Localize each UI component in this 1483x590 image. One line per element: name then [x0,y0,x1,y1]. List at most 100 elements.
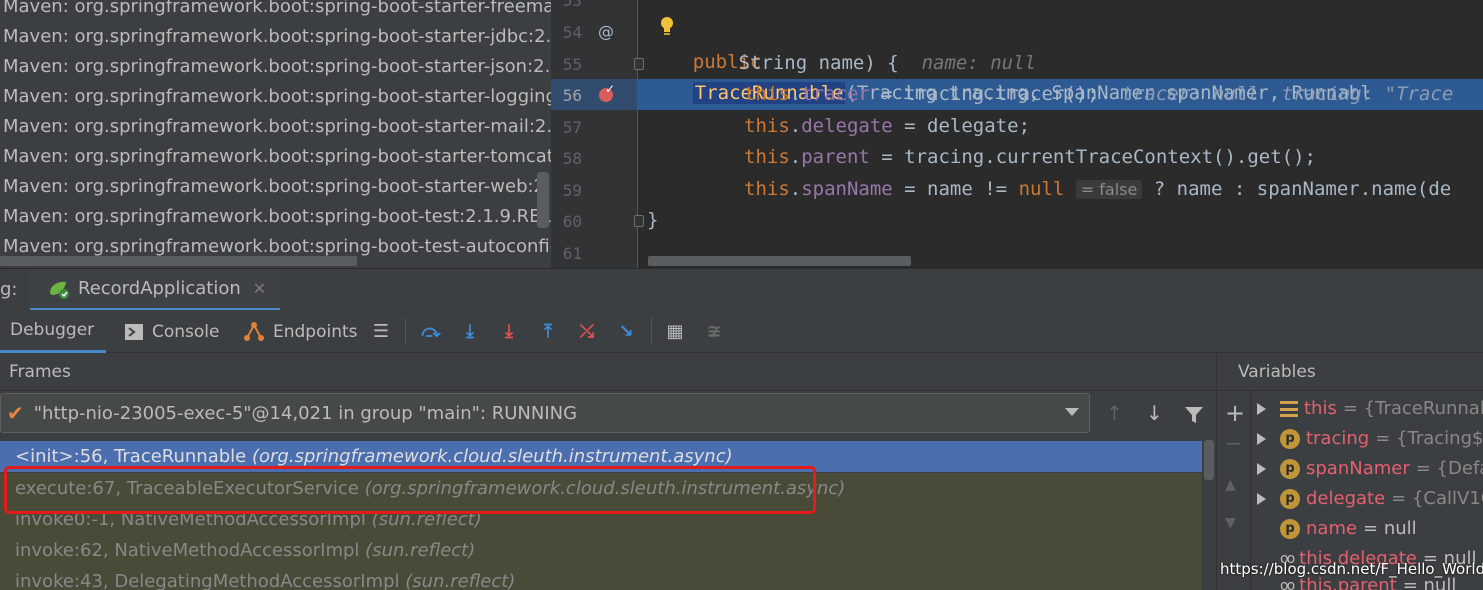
library-item[interactable]: Maven: org.springframework.boot:spring-b… [3,82,551,112]
move-up-icon[interactable]: ▲ [1225,477,1236,493]
variable-row[interactable]: this = {TraceRunnab [1257,394,1483,424]
frames-scrollbar[interactable] [1202,440,1216,590]
code-text: = tracing.tracer(); [869,83,1099,105]
close-icon[interactable]: ✕ [253,279,266,298]
frame-method: <init>:56, TraceRunnable [15,446,247,467]
inline-debug-value: name: null [921,52,1036,74]
scrollbar-thumb[interactable] [1204,440,1214,480]
expand-arrow-icon[interactable] [1257,463,1266,475]
frames-header: Frames [0,353,1216,391]
endpoints-icon [244,321,264,341]
object-fields-icon [1280,401,1298,417]
libraries-horizontal-scrollbar[interactable] [0,256,357,266]
code-line-59: this.spanName = name != null = false ? n… [744,178,1452,200]
frame-package: (sun.reflect) [365,540,476,561]
library-item[interactable]: Maven: org.springframework.boot:spring-b… [3,52,551,82]
code-editor[interactable]: 53 54 55 56 57 58 59 60 61 @ ✓ public Tr… [551,0,1483,268]
keyword: null [1018,178,1065,200]
keyword: this [744,146,790,168]
inline-debug-value: tracer: null tracing: "Trace [1121,83,1454,105]
library-item[interactable]: Maven: org.springframework.boot:spring-b… [3,22,551,52]
force-step-into-icon[interactable]: ⤓ [498,320,520,342]
console-icon [125,323,143,340]
previous-frame-arrow-up-icon[interactable]: ↑ [1106,401,1123,425]
editor-horizontal-scrollbar[interactable] [648,256,911,266]
parameter-p-icon: p [1280,429,1300,449]
debug-tool-window-title: g: RecordApplication ✕ [0,268,1483,311]
fold-marker-icon[interactable] [634,58,644,70]
run-config-tab[interactable]: RecordApplication ✕ [30,269,281,311]
inline-hint: = false [1075,180,1143,199]
variable-name: spanNamer [1306,458,1410,479]
variable-row[interactable]: p tracing = {Tracing$I [1257,424,1483,454]
frames-layout-icon[interactable]: ☰ [370,320,392,342]
variable-name: tracing [1306,428,1370,449]
toolbar-separator [651,318,652,344]
line-number: 58 [562,149,582,168]
next-frame-arrow-down-icon[interactable]: ↓ [1146,401,1163,425]
frame-item[interactable]: invoke:43, DelegatingMethodAccessorImpl … [0,566,1202,590]
tab-endpoints-label: Endpoints [273,321,358,342]
parameter-p-icon: p [1280,489,1300,509]
expand-arrow-icon[interactable] [1257,403,1266,415]
move-down-icon[interactable]: ▼ [1225,515,1236,531]
library-item[interactable]: Maven: org.springframework.boot:spring-b… [3,0,551,22]
frame-package: (sun.reflect) [405,571,516,590]
variable-row[interactable]: p spanNamer = {Defa [1257,454,1483,484]
variable-value: = null [1363,518,1417,539]
variable-value: = {Defa [1415,458,1483,479]
line-number: 55 [562,55,582,74]
step-over-icon[interactable]: ⤼ [420,320,442,342]
frame-method: invoke:43, DelegatingMethodAccessorImpl [15,571,400,590]
line-number: 59 [562,181,582,200]
tab-endpoints[interactable]: Endpoints [243,310,358,353]
thread-selector[interactable]: ✔ "http-nio-23005-exec-5"@14,021 in grou… [0,393,1090,433]
tab-console[interactable]: Console [124,310,220,353]
trace-stream-icon[interactable]: ≆ [703,320,725,342]
spring-app-icon [50,281,69,299]
run-to-cursor-icon[interactable]: ↘ [615,320,637,342]
variable-name: delegate [1306,488,1386,509]
thread-running-check-icon: ✔ [7,401,24,425]
line-number: 60 [562,212,582,231]
code-text: String name) { [647,52,899,74]
add-watch-plus-icon[interactable]: + [1225,399,1245,427]
evaluate-expression-icon[interactable]: ▦ [664,320,686,342]
library-item[interactable]: Maven: org.springframework.boot:spring-b… [3,172,551,202]
expand-arrow-icon[interactable] [1257,493,1266,505]
chevron-down-icon[interactable] [1065,408,1079,416]
libraries-vertical-scrollbar[interactable] [537,172,549,228]
tab-debugger-label: Debugger [10,320,95,340]
library-item[interactable]: Maven: org.springframework.boot:spring-b… [3,202,551,232]
parameter-p-icon: p [1280,459,1300,479]
step-out-icon[interactable]: ⤒ [537,320,559,342]
code-text: = name != [892,178,1019,200]
variable-value: = {CallV1C [1391,488,1483,509]
step-into-icon[interactable]: ⤓ [459,320,481,342]
code-text: = tracing.currentTraceContext().get(); [869,146,1316,168]
code-text: ? name : spanNamer.name(de [1142,178,1452,200]
toolbar-separator [405,318,406,344]
gutter-divider [637,0,638,268]
fold-marker-icon[interactable] [634,215,644,227]
drop-frame-icon[interactable]: ⤯ [576,320,598,342]
code-line-60: } [647,205,658,236]
line-number: 56 [562,86,582,105]
watermark-url: https://blog.csdn.net/F_Hello_World [1220,560,1483,578]
keyword: this [744,178,790,200]
frames-panel: Frames ✔ "http-nio-23005-exec-5"@14,021 … [0,353,1216,590]
library-item[interactable]: Maven: org.springframework.boot:spring-b… [3,142,551,172]
tab-debugger[interactable]: Debugger [0,310,106,353]
variable-row[interactable]: p delegate = {CallV1C [1257,484,1483,514]
remove-watch-minus-icon[interactable]: − [1225,431,1242,455]
variables-header: Variables [1217,353,1483,391]
expand-arrow-icon[interactable] [1257,433,1266,445]
annotation-highlight-box [4,466,816,514]
variable-row[interactable]: p name = null [1257,514,1417,544]
library-item[interactable]: Maven: org.springframework.boot:spring-b… [3,112,551,142]
filter-icon[interactable] [1184,406,1204,424]
run-config-name: RecordApplication [78,278,241,299]
frame-item[interactable]: invoke:62, NativeMethodAccessorImpl (sun… [0,535,1202,566]
implements-marker-icon[interactable]: @ [598,22,614,41]
debug-toolbar: Debugger Console Endpoints ☰ ⤼ ⤓ ⤓ ⤒ ⤯ ↘… [0,310,1483,353]
